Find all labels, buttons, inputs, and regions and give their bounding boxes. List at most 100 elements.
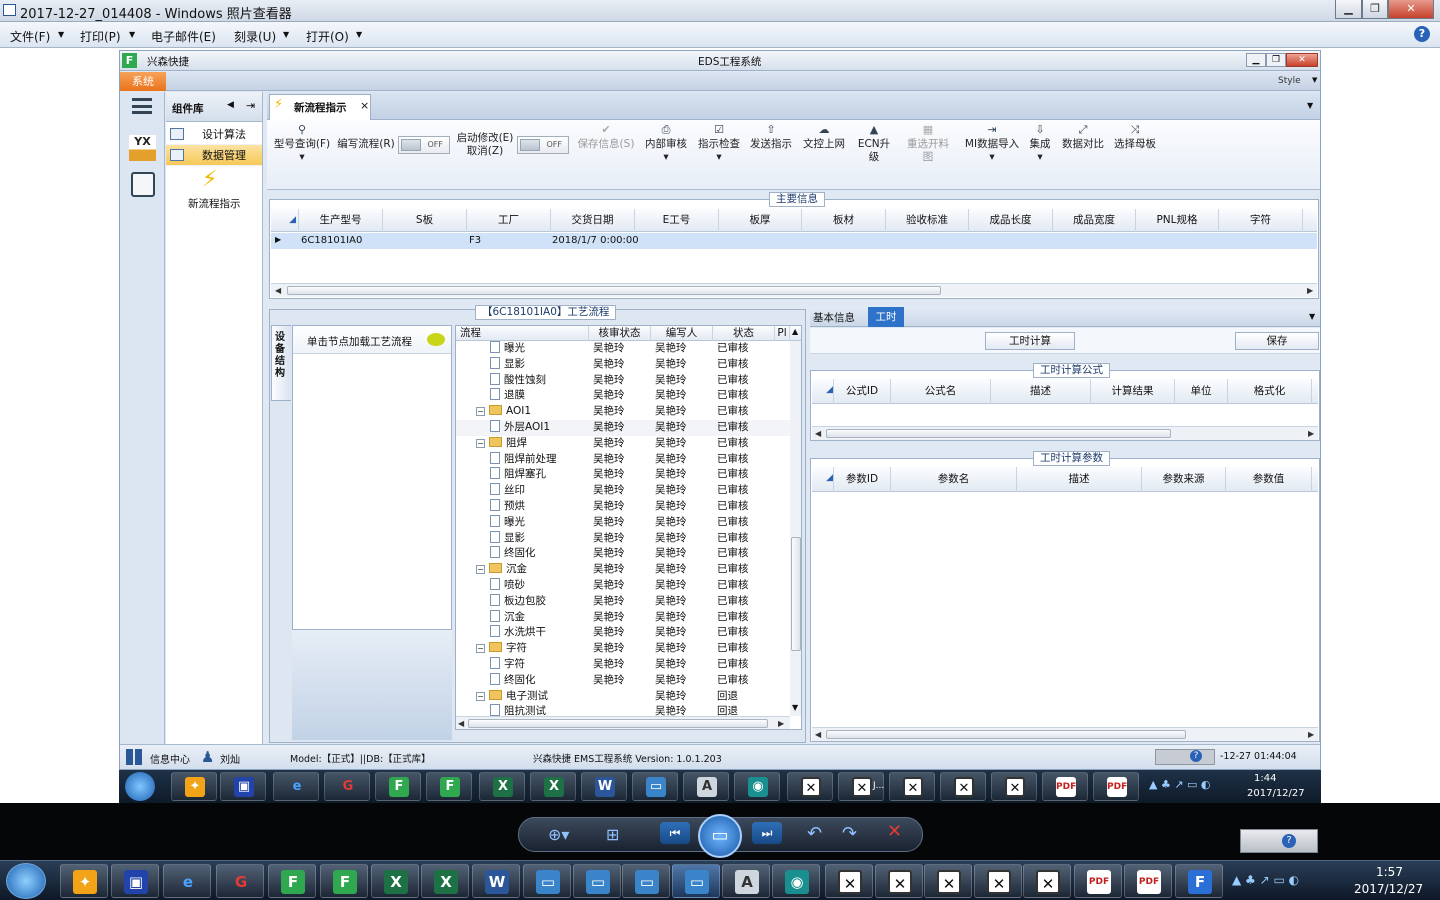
- process-vscroll[interactable]: ▼: [790, 341, 801, 716]
- start-modify-toggle[interactable]: OFF: [517, 136, 569, 154]
- process-row[interactable]: 阻焊前处理 吴艳玲 吴艳玲 已审核: [456, 451, 790, 468]
- start-orb-icon[interactable]: [125, 772, 155, 801]
- data-compare-button[interactable]: ⤢ 数据对比: [1059, 122, 1107, 151]
- collapse-icon[interactable]: −: [476, 438, 485, 448]
- taskbar-item-f1[interactable]: F: [268, 864, 316, 898]
- app-minimize-button[interactable]: ▁: [1246, 53, 1266, 67]
- column-header[interactable]: 公式名: [891, 379, 991, 404]
- taskbar-item-photo2[interactable]: ▭: [573, 864, 621, 898]
- taskbar-item-paint[interactable]: A: [722, 864, 770, 898]
- column-header[interactable]: 计算结果: [1091, 379, 1175, 404]
- taskbar-item-photo1[interactable]: ▭: [632, 772, 678, 801]
- taskbar-item-pdf1[interactable]: PDF: [1074, 864, 1122, 898]
- actual-size-icon[interactable]: ⊞: [606, 825, 619, 844]
- taskbar-item-x2[interactable]: ✕: [875, 864, 923, 898]
- send-instruction-button[interactable]: ⇧ 发送指示: [749, 122, 793, 151]
- process-row[interactable]: 退膜 吴艳玲 吴艳玲 已审核: [456, 388, 790, 404]
- calculate-hours-button[interactable]: 工时计算: [985, 332, 1075, 350]
- table-row[interactable]: ▶ 6C18101IA0 F3 2018/1/7 0:00:00: [271, 233, 1317, 249]
- taskbar-item-excel2[interactable]: X: [530, 772, 576, 801]
- taskbar-item-shell[interactable]: ✦: [171, 772, 217, 801]
- process-row[interactable]: 阻焊塞孔 吴艳玲 吴艳玲 已审核: [456, 467, 790, 483]
- process-row[interactable]: 曝光 吴艳玲 吴艳玲 已审核: [456, 341, 790, 357]
- column-header[interactable]: E工号: [635, 209, 719, 232]
- taskbar-item-x2[interactable]: ✕ J...: [838, 772, 884, 801]
- column-header[interactable]: 流程: [456, 326, 589, 341]
- pin-icon[interactable]: ⇥: [246, 99, 255, 112]
- process-row[interactable]: 字符 吴艳玲 吴艳玲 已审核: [456, 657, 790, 673]
- help-icon[interactable]: ?: [1282, 834, 1296, 848]
- scroll-right-icon[interactable]: ▶: [1308, 427, 1314, 440]
- column-header[interactable]: 核审状态: [589, 326, 651, 341]
- taskbar-item-photo2[interactable]: A: [683, 772, 729, 801]
- ecn-upgrade-button[interactable]: ▲ ECN升级: [854, 122, 894, 164]
- scroll-thumb[interactable]: [287, 286, 941, 295]
- column-header[interactable]: 板厚: [719, 209, 802, 232]
- process-row[interactable]: 酸性蚀刻 吴艳玲 吴艳玲 已审核: [456, 372, 790, 389]
- process-row[interactable]: 沉金 吴艳玲 吴艳玲 已审核: [456, 609, 790, 626]
- taskbar-item-f3[interactable]: F: [1175, 864, 1223, 898]
- scroll-left-icon[interactable]: ◀: [815, 427, 821, 440]
- taskbar-item-x5[interactable]: ✕: [1023, 864, 1071, 898]
- column-header[interactable]: 字符: [1219, 209, 1303, 232]
- taskbar-item-x4[interactable]: ✕: [940, 772, 986, 801]
- taskbar-item-x1[interactable]: ✕: [787, 772, 833, 801]
- taskbar-item-eye[interactable]: ◉: [734, 772, 780, 801]
- column-header[interactable]: PNL规格: [1136, 209, 1219, 232]
- tab-work-hours[interactable]: 工时: [868, 307, 904, 327]
- process-row[interactable]: 板边包胶 吴艳玲 吴艳玲 已审核: [456, 593, 790, 610]
- scroll-thumb[interactable]: [826, 429, 1171, 438]
- column-header[interactable]: 状态: [713, 326, 775, 341]
- doc-online-button[interactable]: ☁ 文控上网: [802, 122, 846, 151]
- taskbar-item-word[interactable]: W: [581, 772, 627, 801]
- taskbar-item-save[interactable]: ▣: [111, 864, 159, 898]
- process-row[interactable]: 预烘 吴艳玲 吴艳玲 已审核: [456, 499, 790, 515]
- help-icon[interactable]: ?: [1190, 750, 1202, 762]
- check-instruction-button[interactable]: ☑ 指示检查 ▾: [697, 122, 741, 164]
- write-flow-button[interactable]: 编写流程(R): [336, 138, 396, 151]
- taskbar-item-excel2[interactable]: X: [421, 864, 469, 898]
- taskbar-item-shell[interactable]: ✦: [60, 864, 108, 898]
- process-row[interactable]: 显影 吴艳玲 吴艳玲 已审核: [456, 530, 790, 547]
- taskbar-item-pdf1[interactable]: PDF: [1042, 772, 1088, 801]
- column-header[interactable]: 工厂: [467, 209, 551, 232]
- internal-review-button[interactable]: ⎙ 内部审核 ▾: [644, 122, 688, 164]
- column-header[interactable]: 参数ID: [834, 467, 891, 492]
- column-header[interactable]: 参数来源: [1142, 467, 1226, 492]
- calculator-module-icon[interactable]: [131, 172, 155, 197]
- yx-module-icon[interactable]: YX: [129, 135, 156, 161]
- delete-icon[interactable]: ✕: [887, 821, 902, 842]
- component-item-data-management[interactable]: 数据管理: [166, 145, 262, 166]
- scroll-thumb[interactable]: [826, 730, 1186, 739]
- process-row[interactable]: 终固化 吴艳玲 吴艳玲 已审核: [456, 546, 790, 562]
- taskbar-item-ie[interactable]: e: [273, 772, 319, 801]
- app-maximize-button[interactable]: ❐: [1266, 53, 1286, 67]
- menu-print[interactable]: 打印(P): [80, 28, 121, 45]
- tab-new-flow[interactable]: ⚡ 新流程指示 ×: [269, 94, 371, 120]
- process-row[interactable]: 显影 吴艳玲 吴艳玲 已审核: [456, 356, 790, 373]
- scroll-thumb[interactable]: [468, 719, 768, 728]
- process-row[interactable]: 终固化 吴艳玲 吴艳玲 已审核: [456, 672, 790, 689]
- menu-open[interactable]: 打开(O): [306, 28, 349, 45]
- zoom-icon[interactable]: ⊕▾: [548, 825, 569, 844]
- next-icon[interactable]: ⏭: [752, 822, 782, 844]
- style-menu[interactable]: Style: [1278, 76, 1301, 86]
- column-header[interactable]: 公式ID: [834, 379, 891, 404]
- component-item-design-algorithm[interactable]: 设计算法: [166, 124, 262, 145]
- taskbar-item-x4[interactable]: ✕: [974, 864, 1022, 898]
- process-row[interactable]: 喷砂 吴艳玲 吴艳玲 已审核: [456, 578, 790, 594]
- previous-icon[interactable]: ⏮: [660, 822, 690, 844]
- taskbar-item-g[interactable]: G: [324, 772, 370, 801]
- menu-email[interactable]: 电子邮件(E): [151, 28, 216, 45]
- column-header[interactable]: 交货日期: [551, 209, 635, 232]
- column-header[interactable]: 参数值: [1226, 467, 1312, 492]
- process-row[interactable]: − AOI1 吴艳玲 吴艳玲 已审核: [456, 404, 790, 420]
- info-center-link[interactable]: 信息中心: [150, 751, 190, 766]
- taskbar-item-photo3[interactable]: ▭: [622, 864, 670, 898]
- collapse-icon[interactable]: −: [476, 407, 485, 417]
- start-orb-icon[interactable]: [6, 863, 46, 899]
- taskbar-item-f1[interactable]: F: [375, 772, 421, 801]
- column-header[interactable]: 描述: [991, 379, 1091, 404]
- column-header[interactable]: S板: [383, 209, 467, 232]
- scroll-left-icon[interactable]: ◀: [458, 717, 464, 729]
